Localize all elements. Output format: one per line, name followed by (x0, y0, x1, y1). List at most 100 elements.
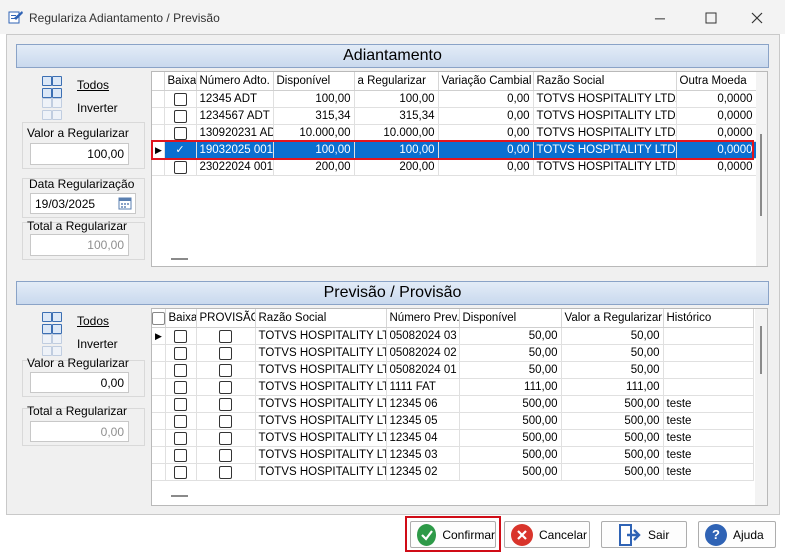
baixa-checkbox[interactable] (174, 414, 187, 428)
ajuda-button[interactable]: ? Ajuda (698, 521, 776, 548)
adiantamento-row[interactable]: 23022024 001 200,00 200,00 0,00 TOTVS HOSPIT… (152, 158, 757, 176)
baixa-checkbox[interactable] (174, 397, 187, 411)
maximize-icon[interactable] (701, 8, 721, 28)
provisao-checkbox[interactable] (219, 329, 232, 343)
prv-col-valor[interactable]: Valor a Regularizar (561, 309, 664, 328)
provisao-cell[interactable] (196, 463, 256, 481)
previsao-valor-field[interactable]: 0,00 (30, 372, 129, 393)
row-indicator[interactable] (152, 446, 166, 464)
baixa-checkbox[interactable] (173, 109, 187, 123)
adiantamento-scrollbar[interactable] (756, 72, 767, 266)
provisao-cell[interactable] (196, 378, 256, 396)
prv-col-historico[interactable]: Histórico (663, 309, 754, 328)
inverter-link[interactable]: Inverter (77, 101, 118, 115)
adt-col-razao[interactable]: Razão Social (533, 72, 677, 91)
baixa-checkbox[interactable] (174, 431, 187, 445)
row-indicator[interactable] (152, 412, 166, 430)
previsao-row[interactable]: TOTVS HOSPITALITY LTDA12345 03500,00500,… (152, 446, 754, 464)
prv-col-numero[interactable]: Número Prev. (386, 309, 460, 328)
adiantamento-scroll-thumb[interactable] (760, 134, 762, 216)
provisao-checkbox[interactable] (219, 414, 232, 428)
previsao-row[interactable]: TOTVS HOSPITALITY LTDA05082024 0250,0050… (152, 344, 754, 362)
calendar-icon[interactable] (118, 196, 132, 210)
provisao-checkbox[interactable] (219, 363, 232, 377)
baixa-checkbox[interactable] (174, 465, 187, 479)
baixa-cell[interactable] (164, 107, 197, 125)
row-indicator[interactable] (152, 124, 165, 142)
minimize-icon[interactable]: ─ (650, 8, 670, 28)
adiantamento-row[interactable]: 130920231 ADT10.000,0010.000,000,00TOTVS… (152, 124, 757, 142)
adt-col-outra-moeda[interactable]: Outra Moeda (676, 72, 757, 91)
adiantamento-row[interactable]: 12345 ADT 100,00 100,00 0,00 TOTVS HOSPITALI… (152, 90, 757, 108)
prv-col-select-all[interactable] (152, 309, 166, 328)
prv-col-razao[interactable]: Razão Social (255, 309, 387, 328)
close-icon[interactable] (747, 8, 767, 28)
baixa-cell[interactable] (165, 378, 197, 396)
previsao-scroll-thumb[interactable] (760, 326, 762, 374)
row-indicator[interactable]: ▶ (152, 327, 166, 345)
baixa-checkbox[interactable] (173, 92, 187, 106)
provisao-checkbox[interactable] (219, 465, 232, 479)
adiantamento-row[interactable]: 1234567 ADT 315,34 315,34 0,00 TOTVS HOSPITA… (152, 107, 757, 125)
inverter-icon[interactable] (42, 98, 62, 120)
todos-link[interactable]: Todos (77, 78, 109, 92)
baixa-checkbox[interactable] (174, 329, 187, 343)
baixa-checkbox[interactable] (174, 363, 187, 377)
previsao-row[interactable]: TOTVS HOSPITALITY LTDA12345 02500,00500,… (152, 463, 754, 481)
baixa-cell[interactable] (165, 412, 197, 430)
provisao-cell[interactable] (196, 395, 256, 413)
adt-col-disponivel[interactable]: Disponível (273, 72, 355, 91)
provisao-checkbox[interactable] (219, 346, 232, 360)
baixa-checkbox[interactable] (173, 160, 187, 174)
provisao-cell[interactable] (196, 412, 256, 430)
previsao-row[interactable]: ▶TOTVS HOSPITALITY LTDA05082024 0350,005… (152, 327, 754, 345)
provisao-cell[interactable] (196, 446, 256, 464)
previsao-scrollbar[interactable] (755, 309, 767, 505)
row-indicator[interactable] (152, 90, 165, 108)
provisao-cell[interactable] (196, 344, 256, 362)
provisao-checkbox[interactable] (219, 431, 232, 445)
previsao-inverter-link[interactable]: Inverter (77, 337, 118, 351)
row-indicator[interactable] (152, 429, 166, 447)
prv-col-provisao[interactable]: PROVISÃO (196, 309, 256, 328)
previsao-row[interactable]: TOTVS HOSPITALITY LTDA12345 06500,00500,… (152, 395, 754, 413)
previsao-row[interactable]: TOTVS HOSPITALITY LTDA1111 FAT111,00111,… (152, 378, 754, 396)
row-indicator[interactable] (152, 344, 166, 362)
baixa-checkbox[interactable] (173, 126, 187, 140)
baixa-cell[interactable] (165, 395, 197, 413)
todos-icon[interactable] (42, 76, 62, 98)
baixa-cell[interactable] (165, 344, 197, 362)
baixa-cell[interactable] (165, 361, 197, 379)
provisao-cell[interactable] (196, 327, 256, 345)
adt-col-numero[interactable]: Número Adto. (196, 72, 274, 91)
adt-col-baixa[interactable]: Baixa (164, 72, 197, 91)
select-all-checkbox[interactable] (152, 311, 164, 325)
baixa-checkbox[interactable] (174, 448, 187, 462)
baixa-cell[interactable] (165, 327, 197, 345)
row-indicator[interactable] (152, 158, 165, 176)
previsao-grid[interactable]: Baixa PROVISÃO Razão Social Número Prev.… (151, 308, 768, 506)
provisao-cell[interactable] (196, 429, 256, 447)
row-indicator[interactable] (152, 463, 166, 481)
previsao-resize-handle[interactable] (171, 495, 188, 497)
adiantamento-grid[interactable]: Baixa Número Adto. Disponível a Regulari… (151, 71, 768, 267)
baixa-cell[interactable] (165, 446, 197, 464)
provisao-checkbox[interactable] (219, 448, 232, 462)
baixa-cell[interactable] (164, 90, 197, 108)
adt-col-regularizar[interactable]: a Regularizar (354, 72, 439, 91)
provisao-cell[interactable] (196, 361, 256, 379)
previsao-todos-icon[interactable] (42, 312, 62, 334)
baixa-checkbox[interactable] (174, 346, 187, 360)
row-indicator[interactable] (152, 378, 166, 396)
row-indicator[interactable] (152, 395, 166, 413)
previsao-todos-link[interactable]: Todos (77, 314, 109, 328)
previsao-row[interactable]: TOTVS HOSPITALITY LTDA05082024 0150,0050… (152, 361, 754, 379)
baixa-cell[interactable] (164, 124, 197, 142)
baixa-cell[interactable] (164, 158, 197, 176)
previsao-row[interactable]: TOTVS HOSPITALITY LTDA12345 04500,00500,… (152, 429, 754, 447)
confirmar-button[interactable]: Confirmar (410, 521, 496, 548)
previsao-inverter-icon[interactable] (42, 334, 62, 356)
provisao-checkbox[interactable] (219, 397, 232, 411)
baixa-checkbox[interactable] (174, 380, 187, 394)
row-indicator[interactable] (152, 361, 166, 379)
